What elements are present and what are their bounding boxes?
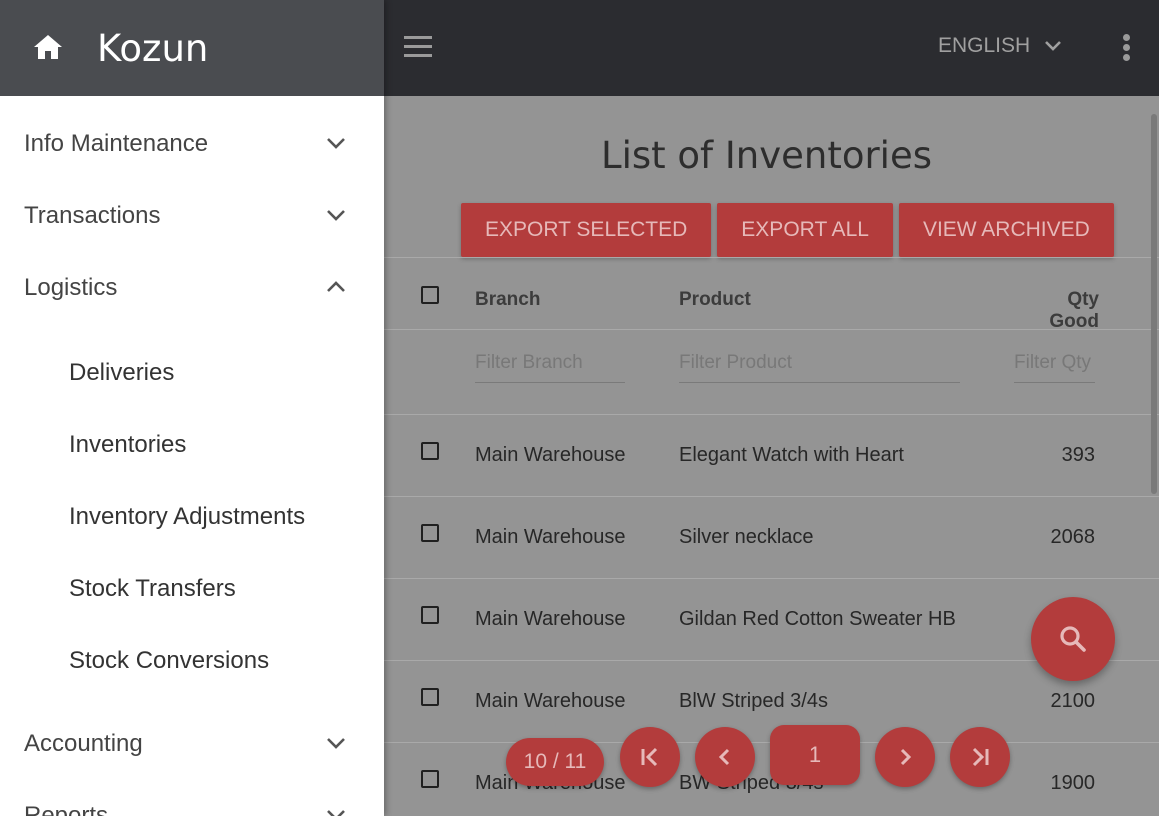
column-header-branch[interactable]: Branch (475, 289, 540, 311)
app-name[interactable]: Kozun (97, 27, 208, 70)
last-page-icon (972, 747, 989, 767)
drawer-header: Kozun (0, 0, 384, 96)
column-header-product[interactable]: Product (679, 289, 751, 311)
nav-label: Logistics (24, 274, 118, 301)
chevron-down-icon (327, 738, 345, 749)
nav-inventory-adjustments[interactable]: Inventory Adjustments (0, 490, 384, 546)
filter-product-input[interactable]: Filter Product (679, 352, 960, 383)
nav-label: Info Maintenance (24, 130, 209, 157)
cell-product: Gildan Red Cotton Sweater HB (679, 608, 956, 630)
nav-label: Inventories (69, 431, 187, 458)
row-checkbox[interactable] (421, 688, 439, 706)
nav-logistics[interactable]: Logistics (0, 258, 384, 318)
cell-qty: 2068 (1050, 526, 1096, 548)
nav-stock-transfers[interactable]: Stock Transfers (0, 562, 384, 618)
cell-product: BlW Striped 3/4s (679, 690, 828, 712)
column-header-qty-good[interactable]: Qty Good (1014, 289, 1099, 333)
chevron-up-icon (327, 281, 345, 292)
chevron-down-icon (327, 138, 345, 149)
navigation-drawer: Kozun Info Maintenance Transactions Logi… (0, 0, 384, 816)
action-buttons: EXPORT SELECTED EXPORT ALL VIEW ARCHIVED (461, 203, 1114, 257)
divider (384, 257, 1159, 258)
filter-branch-input[interactable]: Filter Branch (475, 352, 625, 383)
select-all-checkbox[interactable] (421, 286, 439, 304)
page-indicator: 10 / 11 (506, 738, 604, 786)
last-page-button[interactable] (950, 727, 1010, 787)
filter-qty-input[interactable]: Filter Qty (1014, 352, 1095, 383)
export-selected-button[interactable]: EXPORT SELECTED (461, 203, 712, 257)
search-icon (1060, 626, 1086, 652)
nav-label: Accounting (24, 730, 143, 757)
cell-branch: Main Warehouse (475, 690, 626, 712)
cell-branch: Main Warehouse (475, 608, 626, 630)
nav-label: Reports (24, 802, 109, 816)
nav-inventories[interactable]: Inventories (0, 418, 384, 474)
divider (384, 578, 1159, 579)
row-checkbox[interactable] (421, 770, 439, 788)
divider (384, 414, 1159, 415)
chevron-down-icon (327, 210, 345, 221)
scrollbar[interactable] (1151, 114, 1157, 494)
cell-product: Silver necklace (679, 526, 814, 548)
cell-qty: 393 (1061, 444, 1095, 466)
next-page-button[interactable] (875, 727, 935, 787)
view-archived-button[interactable]: VIEW ARCHIVED (898, 203, 1114, 257)
cell-branch: Main Warehouse (475, 444, 626, 466)
previous-page-button[interactable] (695, 727, 755, 787)
cell-branch: Main Warehouse (475, 526, 626, 548)
language-selector[interactable]: ENGLISH (938, 34, 1062, 58)
nav-label: Transactions (24, 202, 161, 229)
divider (384, 496, 1159, 497)
nav-transactions[interactable]: Transactions (0, 186, 384, 246)
nav-label: Deliveries (69, 359, 175, 386)
hamburger-menu-icon[interactable] (404, 36, 436, 62)
nav-label: Inventory Adjustments (69, 503, 306, 530)
cell-qty: 2100 (1050, 690, 1096, 712)
divider (384, 329, 1159, 330)
first-page-button[interactable] (620, 727, 680, 787)
home-icon[interactable] (33, 34, 63, 60)
cell-qty: 1900 (1050, 772, 1096, 794)
nav-deliveries[interactable]: Deliveries (0, 346, 384, 402)
export-all-button[interactable]: EXPORT ALL (717, 203, 893, 257)
nav-label: Stock Transfers (69, 575, 236, 602)
nav-info-maintenance[interactable]: Info Maintenance (0, 114, 384, 174)
chevron-down-icon (327, 810, 345, 816)
row-checkbox[interactable] (421, 606, 439, 624)
page-title: List of Inventories (600, 134, 932, 177)
cell-product: Elegant Watch with Heart (679, 444, 904, 466)
search-fab-button[interactable] (1031, 597, 1115, 681)
first-page-icon (641, 747, 658, 767)
language-label: ENGLISH (938, 34, 1031, 57)
nav-label: Stock Conversions (69, 647, 270, 674)
chevron-down-icon (1045, 41, 1062, 51)
nav-reports[interactable]: Reports (0, 786, 384, 816)
chevron-left-icon (718, 748, 730, 766)
nav-stock-conversions[interactable]: Stock Conversions (0, 634, 384, 690)
nav-accounting[interactable]: Accounting (0, 714, 384, 774)
main-content: List of Inventories EXPORT SELECTED EXPO… (384, 96, 1159, 816)
chevron-right-icon (900, 748, 912, 766)
row-checkbox[interactable] (421, 524, 439, 542)
more-vert-icon[interactable] (1118, 34, 1134, 64)
row-checkbox[interactable] (421, 442, 439, 460)
current-page-button[interactable]: 1 (770, 725, 860, 785)
